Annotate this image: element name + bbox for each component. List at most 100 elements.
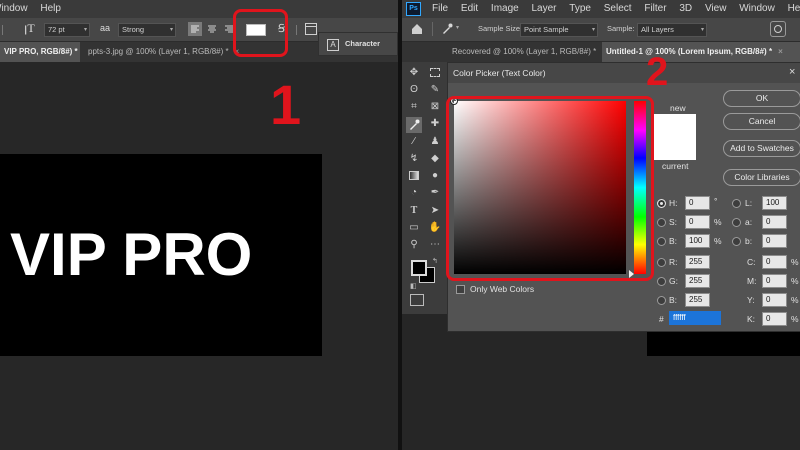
chevron-down-icon: ▾ <box>700 27 704 33</box>
radio-saturation[interactable] <box>657 218 666 227</box>
radio-blue[interactable] <box>657 296 666 305</box>
chevron-down-icon[interactable]: ▾ <box>456 24 459 31</box>
cyan-input[interactable]: 0 <box>762 255 787 269</box>
highlight-box-text-color <box>233 9 288 57</box>
menu-help[interactable]: Help <box>40 0 61 18</box>
document-canvas[interactable]: VIP PRO <box>0 154 322 356</box>
radio-b[interactable] <box>732 237 741 246</box>
type-tool-icon[interactable]: T <box>407 204 421 218</box>
menu-image[interactable]: Image <box>491 0 519 18</box>
eyedropper-tool-button[interactable] <box>406 117 422 133</box>
a-input[interactable]: 0 <box>762 215 787 229</box>
color-libraries-button[interactable]: Color Libraries <box>723 169 800 186</box>
ok-button[interactable]: OK <box>723 90 800 107</box>
pen-tool-icon[interactable]: ✒ <box>428 186 442 200</box>
marquee-tool-icon[interactable] <box>428 66 442 80</box>
tab-label: ppts-3.jpg @ 100% (Layer 1, RGB/8#) * <box>88 47 229 56</box>
lasso-tool-icon[interactable]: ʘ <box>407 83 421 97</box>
close-icon[interactable]: × <box>778 47 783 56</box>
close-icon[interactable]: × <box>789 66 795 78</box>
sample-size-select[interactable]: Point Sample ▾ <box>520 23 598 37</box>
degree-unit: ° <box>714 196 718 206</box>
quick-mask-icon[interactable] <box>410 294 424 306</box>
sample-size-value: Point Sample <box>524 25 569 34</box>
gradient-tool-icon[interactable] <box>407 169 421 183</box>
eyedropper-tool-icon[interactable] <box>440 22 454 41</box>
align-left-icon <box>191 25 199 33</box>
yellow-input[interactable]: 0 <box>762 293 787 307</box>
antialias-select[interactable]: Strong ▾ <box>118 23 176 37</box>
frame-tool-icon[interactable]: ⊠ <box>428 100 442 114</box>
radio-hue[interactable] <box>657 199 666 208</box>
menu-type[interactable]: Type <box>569 0 591 18</box>
sample-select[interactable]: All Layers ▾ <box>637 23 707 37</box>
magic-wand-icon[interactable]: ✎ <box>428 83 442 97</box>
menu-window[interactable]: Window <box>0 0 28 18</box>
hue-input[interactable]: 0 <box>685 196 710 210</box>
radio-lightness[interactable] <box>732 199 741 208</box>
eraser-tool-icon[interactable]: ◆ <box>428 152 442 166</box>
hex-input[interactable]: ffffff <box>669 311 721 325</box>
hex-label: # <box>659 314 664 324</box>
path-selection-icon[interactable]: ➤ <box>428 204 442 218</box>
menu-window[interactable]: Window <box>739 0 775 18</box>
home-icon[interactable] <box>410 22 424 41</box>
tab-label: Untitled-1 @ 100% (Lorem Ipsum, RGB/8#) … <box>606 47 773 56</box>
menu-select[interactable]: Select <box>604 0 632 18</box>
percent-unit: % <box>714 236 722 246</box>
menu-view[interactable]: View <box>705 0 727 18</box>
font-size-field[interactable]: 72 pt ▾ <box>44 23 90 37</box>
only-web-colors-checkbox[interactable] <box>456 285 465 294</box>
saturation-label: S: <box>669 217 678 227</box>
crop-tool-icon[interactable]: ⌗ <box>407 100 421 114</box>
blur-tool-icon[interactable]: ● <box>428 169 442 183</box>
red-input[interactable]: 255 <box>685 255 710 269</box>
canvas-text-layer[interactable]: VIP PRO <box>10 220 252 289</box>
tab-untitled-1[interactable]: Untitled-1 @ 100% (Lorem Ipsum, RGB/8#) … <box>602 42 800 62</box>
tab-recovered[interactable]: Recovered @ 100% (Layer 1, RGB/8#) *× <box>448 42 598 62</box>
brightness-label: B: <box>669 236 678 246</box>
tab-vip-pro[interactable]: VIP PRO, RGB/8#) *× <box>0 42 80 62</box>
green-input[interactable]: 255 <box>685 274 710 288</box>
zoom-tool-icon[interactable]: ⚲ <box>407 238 421 252</box>
align-center-button[interactable] <box>205 22 219 36</box>
add-to-swatches-button[interactable]: Add to Swatches <box>723 140 800 157</box>
menu-filter[interactable]: Filter <box>644 0 666 18</box>
lightness-input[interactable]: 100 <box>762 196 787 210</box>
menu-layer[interactable]: Layer <box>532 0 557 18</box>
menu-3d[interactable]: 3D <box>679 0 692 18</box>
panels-toggle-icon[interactable] <box>305 23 317 35</box>
align-left-button[interactable] <box>188 22 202 36</box>
radio-brightness[interactable] <box>657 237 666 246</box>
healing-brush-icon[interactable]: ✚ <box>428 117 442 131</box>
more-tools-icon[interactable]: ⋯ <box>428 238 442 252</box>
saturation-input[interactable]: 0 <box>685 215 710 229</box>
sample-ring-toggle[interactable] <box>770 21 786 37</box>
divider <box>296 25 297 35</box>
font-size-value: 72 pt <box>48 25 65 34</box>
clone-stamp-icon[interactable]: ♟ <box>428 135 442 149</box>
b-input[interactable]: 0 <box>762 234 787 248</box>
blue-input[interactable]: 255 <box>685 293 710 307</box>
hand-tool-icon[interactable]: ✋ <box>428 221 442 235</box>
radio-a[interactable] <box>732 218 741 227</box>
move-tool-icon[interactable]: ✥ <box>407 66 421 80</box>
brush-tool-icon[interactable]: ∕ <box>407 135 421 149</box>
cancel-button[interactable]: Cancel <box>723 113 800 130</box>
magenta-input[interactable]: 0 <box>762 274 787 288</box>
character-panel-button[interactable]: A Character <box>318 32 398 56</box>
menu-file[interactable]: File <box>432 0 448 18</box>
foreground-color-swatch[interactable] <box>411 260 427 276</box>
black-input[interactable]: 0 <box>762 312 787 326</box>
menu-help[interactable]: Help <box>788 0 800 18</box>
default-colors-icon[interactable]: ◧ <box>410 282 417 290</box>
radio-red[interactable] <box>657 258 666 267</box>
rectangle-tool-icon[interactable]: ▭ <box>407 221 421 235</box>
history-brush-icon[interactable]: ↯ <box>407 152 421 166</box>
dodge-tool-icon[interactable]: ◔ <box>407 186 421 200</box>
menu-edit[interactable]: Edit <box>461 0 478 18</box>
character-label: Character <box>345 39 381 48</box>
swap-colors-icon[interactable]: ↰ <box>432 257 438 265</box>
brightness-input[interactable]: 100 <box>685 234 710 248</box>
radio-green[interactable] <box>657 277 666 286</box>
